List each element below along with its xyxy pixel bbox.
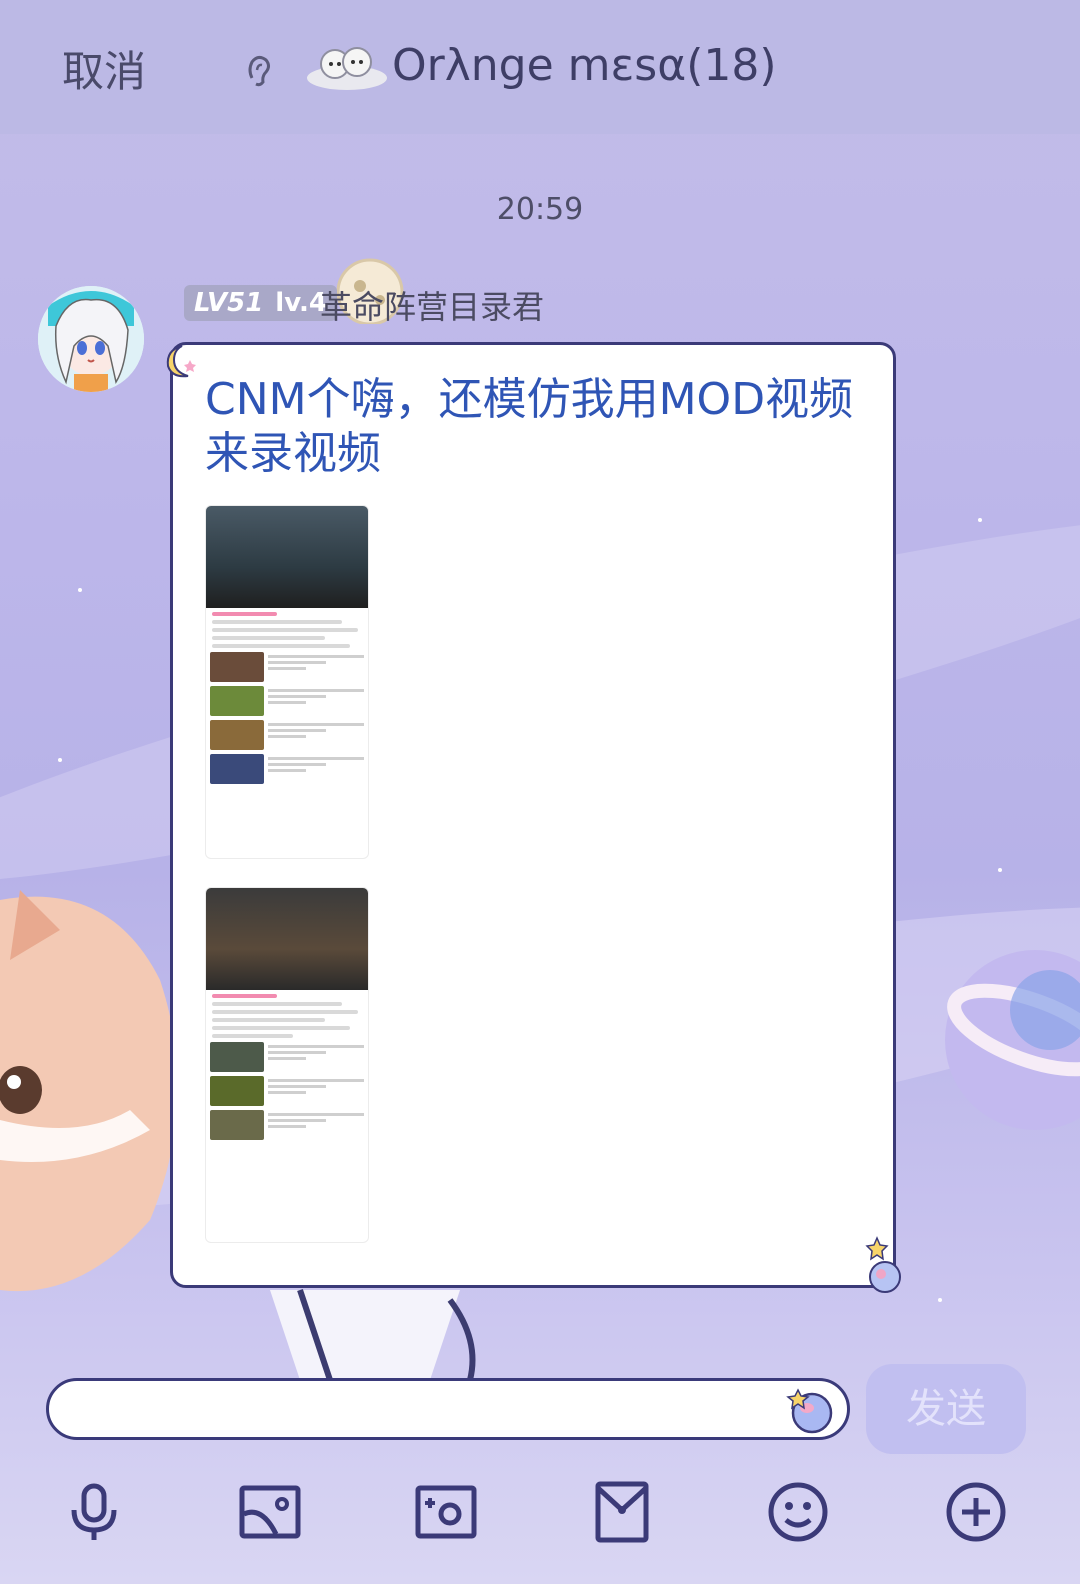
mic-icon[interactable] xyxy=(62,1480,126,1544)
plus-icon[interactable] xyxy=(944,1480,1008,1544)
image-icon[interactable] xyxy=(238,1480,302,1544)
message-timestamp: 20:59 xyxy=(496,192,584,227)
camera-icon[interactable] xyxy=(414,1480,478,1544)
message-image-2[interactable] xyxy=(205,887,369,1243)
message-text: CNM个嗨，还模仿我用MOD视频来录视频 xyxy=(205,374,854,479)
sender-name[interactable]: 革命阵营目录君 xyxy=(320,282,544,328)
group-title-decoration-icon xyxy=(307,47,387,90)
level-badge: LV51 lv.4 xyxy=(184,285,338,321)
sender-avatar[interactable] xyxy=(38,286,144,392)
chat-header: 取消 Orλnge mεsα(18) xyxy=(0,0,1080,134)
avatar-image xyxy=(38,286,144,392)
crescent-moon-icon xyxy=(166,345,196,378)
level-badge-lv: LV51 xyxy=(194,288,264,318)
ear-icon xyxy=(248,55,270,87)
message-bubble[interactable]: CNM个嗨，还模仿我用MOD视频来录视频 xyxy=(170,342,896,1288)
emoji-icon[interactable] xyxy=(766,1480,830,1544)
message-image-1[interactable] xyxy=(205,505,369,859)
sticker-planet-icon[interactable] xyxy=(786,1386,836,1436)
envelope-icon[interactable] xyxy=(590,1480,654,1544)
group-title[interactable]: Orλnge mεsα(18) xyxy=(392,40,777,91)
cancel-button[interactable]: 取消 xyxy=(62,38,146,99)
send-button[interactable]: 发送 xyxy=(866,1364,1026,1454)
planet-icon xyxy=(869,1261,901,1293)
message-input[interactable] xyxy=(46,1378,850,1440)
